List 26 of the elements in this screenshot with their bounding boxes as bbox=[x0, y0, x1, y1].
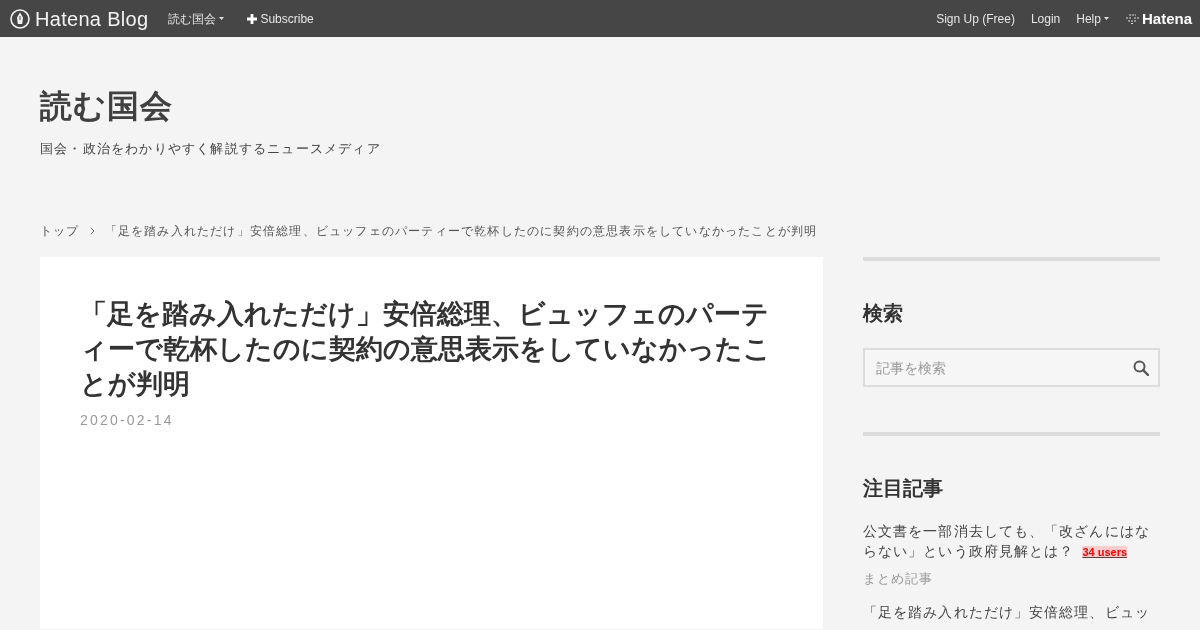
nav-link[interactable]: Sign Up (Free) bbox=[936, 10, 1015, 27]
dropdown-menu[interactable]: Help bbox=[1076, 10, 1109, 27]
plus-icon bbox=[247, 13, 258, 24]
search-field[interactable]: 記事を検索 bbox=[863, 348, 1160, 387]
entry-title-link[interactable]: 公文書を一部消去しても、「改ざんにはならない」という政府見解とは？ 34 users bbox=[863, 521, 1160, 562]
pen-in-circle-icon bbox=[10, 8, 30, 29]
search-icon bbox=[1133, 360, 1149, 376]
module-heading: 検索 bbox=[863, 301, 904, 326]
nav-link[interactable]: Login bbox=[1030, 10, 1061, 27]
logo-link[interactable]: Hatena Blog bbox=[10, 6, 149, 31]
entry-title-link[interactable]: 「足を踏み入れただけ」安倍総理、ビュッ bbox=[863, 602, 1160, 622]
breadcrumb-link[interactable]: トップ bbox=[40, 222, 80, 240]
entry-category: まとめ記事 bbox=[863, 570, 934, 588]
subscribe-link[interactable]: Subscribe bbox=[247, 10, 314, 27]
article-date: 2020-02-14 bbox=[80, 411, 175, 430]
module-heading: 注目記事 bbox=[863, 476, 944, 501]
logo-link[interactable]: Hatena bbox=[1124, 9, 1192, 28]
breadcrumb-current: 「足を踏み入れただけ」安倍総理、ビュッフェのパーティーで乾杯したのに契約の意思表示をしていなかったことが判明 bbox=[104, 223, 818, 240]
dashed-lines-icon bbox=[1124, 13, 1140, 24]
chevron-right-icon bbox=[89, 227, 95, 235]
blog-title[interactable]: 読む国会 bbox=[40, 84, 1160, 129]
dropdown-menu[interactable]: 読む国会 bbox=[168, 10, 225, 27]
caret-icon bbox=[219, 17, 225, 20]
caret-icon bbox=[1103, 17, 1109, 20]
article-title: 「足を踏み入れただけ」安倍総理、ビュッフェのパーティーで乾杯したのに契約の意思表示をしていなかったことが判明 bbox=[80, 298, 772, 401]
blog-tagline: 国会・政治をわかりやすく解説するニュースメディア bbox=[40, 140, 382, 158]
